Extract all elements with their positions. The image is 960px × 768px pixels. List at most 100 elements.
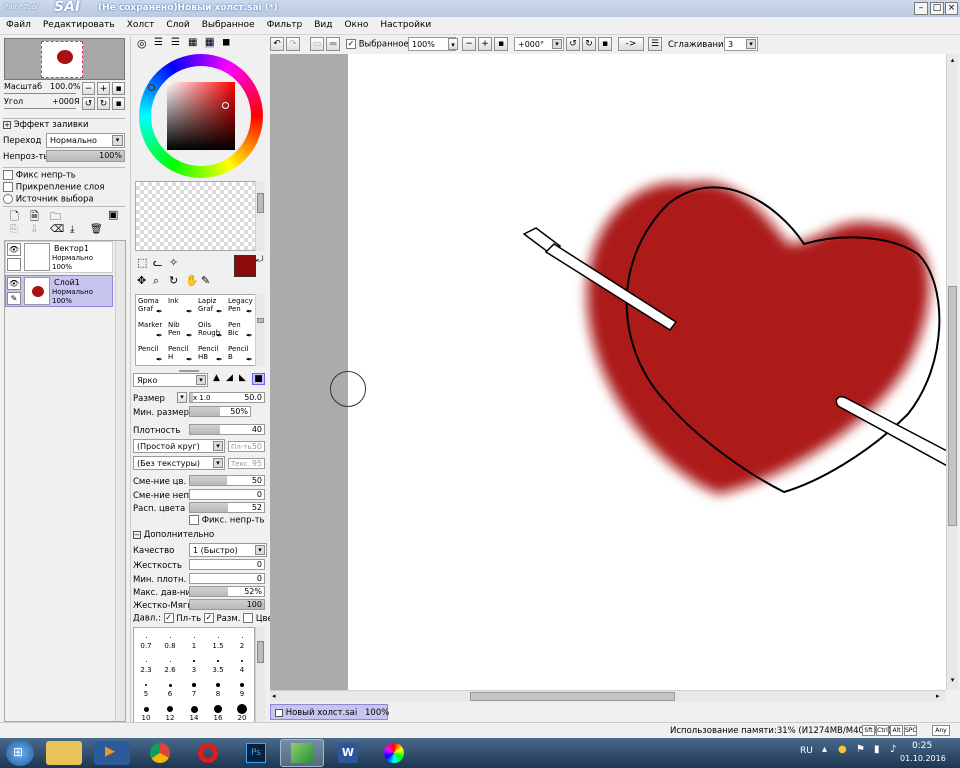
explorer-icon[interactable]	[46, 741, 82, 765]
brush-preset[interactable]: Ink ✒	[166, 295, 196, 319]
magic-wand-icon[interactable]: ✧	[169, 256, 178, 269]
opera-icon[interactable]	[190, 741, 226, 765]
density-slider[interactable]: 40	[189, 424, 265, 435]
canvas-horizontal-scrollbar[interactable]: ◂ ▸	[270, 690, 946, 702]
angle-slider[interactable]	[4, 106, 76, 109]
copy-layer-icon[interactable]: ⎘	[10, 224, 18, 235]
hand-icon[interactable]: ✋	[185, 274, 199, 287]
canvas-tab[interactable]: Новый холст.sai 100%	[270, 704, 389, 720]
scratchpad-tab-icon[interactable]: ◼	[222, 37, 230, 48]
brush-size-cell[interactable]: 3	[182, 652, 206, 676]
brush-preset-select[interactable]: Ярко ▾	[133, 373, 208, 387]
tray-app-icon[interactable]: ●	[838, 744, 847, 755]
softness-slider[interactable]: 100	[189, 599, 265, 610]
brush-size-cell[interactable]: 9	[230, 676, 254, 700]
layer-list-scrollbar[interactable]	[115, 241, 125, 721]
clear-layer-icon[interactable]: ⌫	[50, 224, 64, 235]
zoom-slider[interactable]	[4, 91, 76, 94]
canvas[interactable]	[348, 54, 946, 690]
size-grid-scrollbar[interactable]	[255, 627, 265, 723]
tip-shape-2-icon[interactable]: ◢	[226, 373, 233, 383]
brush-preset[interactable]: Pencil H ✒	[166, 343, 196, 367]
brush-size-cell[interactable]: 14	[182, 700, 206, 724]
menu-item-2[interactable]: Холст	[121, 17, 161, 30]
color-wheel-tab-icon[interactable]: ◎	[137, 37, 147, 50]
clip-layer-checkbox[interactable]: Прикрепление слоя	[3, 182, 104, 193]
brush-preset[interactable]: Nib Pen ✒	[166, 319, 196, 343]
brush-grid-scrollbar[interactable]	[255, 294, 265, 366]
close-button[interactable]: ×	[945, 2, 958, 15]
min-size-slider[interactable]: 50%	[189, 406, 251, 417]
toolbar-rotate-left-button[interactable]: ↺	[566, 37, 580, 51]
brush-shape-select[interactable]: (Простой круг) ▾	[133, 439, 225, 453]
brush-preset[interactable]: Lapiz Graf ✒	[196, 295, 226, 319]
eyedropper-icon[interactable]: ✎	[201, 274, 210, 287]
zoom-out-button[interactable]: −	[82, 82, 95, 95]
navigator-preview[interactable]	[4, 38, 125, 80]
merge-icon[interactable]: ⤓	[70, 224, 74, 235]
brush-texture-select[interactable]: (Без текстуры) ▾	[133, 456, 225, 470]
brush-size-cell[interactable]: 1	[182, 628, 206, 652]
start-button[interactable]: ⊞	[6, 740, 34, 766]
brush-preset[interactable]: Pencil B ✒	[226, 343, 256, 367]
rotate-left-button[interactable]: ↺	[82, 97, 95, 110]
tip-shape-4-icon[interactable]: ■	[252, 373, 265, 385]
brush-size-cell[interactable]: 2	[230, 628, 254, 652]
color-wheel[interactable]	[139, 54, 263, 178]
brush-preset[interactable]: Legacy Pen ✒	[226, 295, 256, 319]
max-pressure-slider[interactable]: 52%	[189, 586, 265, 597]
menu-item-4[interactable]: Выбранное	[196, 17, 261, 30]
lock-opacity-checkbox[interactable]: Фикс непр-ть	[3, 170, 76, 181]
brush-size-cell[interactable]: 0.7	[134, 628, 158, 652]
fill-effect-toggle[interactable]: + Эффект заливки	[3, 120, 89, 130]
swatch-tab-icon[interactable]: ▦	[188, 37, 197, 48]
brush-preset[interactable]: Goma Graf ✒	[136, 295, 166, 319]
stabilizer-icon[interactable]: ☰	[648, 37, 662, 51]
chevron-down-icon[interactable]: ▾	[448, 38, 458, 50]
scratchpad-scrollbar[interactable]	[255, 181, 265, 251]
sv-square[interactable]	[167, 82, 235, 150]
menu-item-1[interactable]: Редактировать	[37, 17, 121, 30]
brush-size-cell[interactable]: 12	[158, 700, 182, 724]
brush-size-cell[interactable]: 0.8	[158, 628, 182, 652]
scratchpad[interactable]	[135, 181, 257, 251]
hardness-slider[interactable]: 0	[189, 559, 265, 570]
brush-preset[interactable]: Marker ✒	[136, 319, 166, 343]
word-icon[interactable]: W	[330, 741, 366, 765]
menu-item-8[interactable]: Настройки	[374, 17, 437, 30]
smoothing-select[interactable]: 3 ▾	[724, 37, 758, 51]
rotate-right-button[interactable]: ↻	[97, 97, 110, 110]
brush-size-cell[interactable]: 16	[206, 700, 230, 724]
blend-slider[interactable]: 50	[189, 475, 265, 486]
tip-shape-3-icon[interactable]: ◣	[239, 373, 246, 383]
menu-item-5[interactable]: Фильтр	[261, 17, 309, 30]
toolbar-rotate-reset-button[interactable]: ▪	[598, 37, 612, 51]
brush-preset[interactable]: Pencil HB ✒	[196, 343, 226, 367]
hsv-slider-tab-icon[interactable]: ☰	[171, 37, 180, 48]
rotate-tool-icon[interactable]: ↻	[169, 274, 178, 287]
brush-size-cell[interactable]: 7	[182, 676, 206, 700]
media-player-icon[interactable]: ▶	[94, 741, 130, 765]
zoom-in-button[interactable]: +	[97, 82, 110, 95]
zoom-tool-icon[interactable]: ⌕	[153, 274, 159, 288]
paint-icon[interactable]	[376, 741, 412, 765]
redo-button[interactable]: ↷	[286, 37, 300, 51]
shape-amount-slider[interactable]: Пл-ть 50	[228, 441, 265, 452]
primary-color-swatch[interactable]	[234, 255, 256, 277]
menu-item-6[interactable]: Вид	[308, 17, 338, 30]
toolbar-rotate-right-button[interactable]: ↻	[582, 37, 596, 51]
language-indicator[interactable]: RU	[800, 746, 813, 756]
pressure-size-checkbox[interactable]: ✓ Разм.	[203, 613, 241, 624]
angle-select[interactable]: +000° ▾	[514, 37, 564, 51]
layer-lock-icon[interactable]	[7, 258, 21, 271]
brush-size-cell[interactable]: 3.5	[206, 652, 230, 676]
pressure-density-checkbox[interactable]: ✓ Пл-ть	[163, 613, 201, 624]
volume-icon[interactable]: ♪	[890, 744, 896, 755]
dilution-slider[interactable]: 0	[189, 489, 265, 500]
hue-cursor[interactable]	[148, 84, 155, 91]
brush-size-cell[interactable]: 5	[134, 676, 158, 700]
move-icon[interactable]: ✥	[137, 274, 146, 287]
deselect-button[interactable]: ▭	[310, 37, 324, 51]
delete-layer-icon[interactable]: 🗑	[90, 224, 103, 235]
min-density-slider[interactable]: 0	[189, 573, 265, 584]
